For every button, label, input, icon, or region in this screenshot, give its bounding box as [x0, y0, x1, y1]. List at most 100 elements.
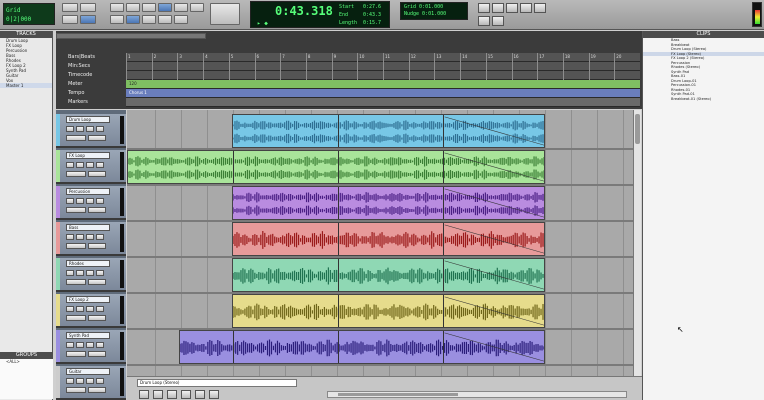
- nudge-right-button[interactable]: [181, 390, 191, 399]
- clips-list-item[interactable]: Breakbeat-01 (Stereo): [643, 97, 764, 102]
- track-view-selector[interactable]: [66, 279, 86, 285]
- mute-button[interactable]: [96, 234, 104, 240]
- timebase-selector[interactable]: [88, 387, 106, 393]
- timebase-selector[interactable]: [88, 207, 106, 213]
- slip-mode-button[interactable]: [80, 3, 96, 12]
- track-view-selector[interactable]: [66, 387, 86, 393]
- solo-button[interactable]: [86, 198, 94, 204]
- timebase-selector[interactable]: [88, 351, 106, 357]
- record-enable-button[interactable]: [66, 270, 74, 276]
- selector-tool-button[interactable]: [142, 3, 156, 12]
- grabber-tool-button[interactable]: [158, 3, 172, 12]
- grid-nudge-display[interactable]: Grid 0:01.000 Nudge 0:01.000: [400, 2, 468, 20]
- track-view-selector[interactable]: [66, 315, 86, 321]
- track-view-selector[interactable]: [66, 207, 86, 213]
- scrubber-tool-button[interactable]: [174, 3, 188, 12]
- zoom-out-button[interactable]: [209, 390, 219, 399]
- insertion-follows-button[interactable]: [174, 15, 188, 24]
- mute-button[interactable]: [96, 378, 104, 384]
- zoom-tool-button[interactable]: [110, 3, 124, 12]
- link-track-button[interactable]: [158, 15, 172, 24]
- meter-ruler[interactable]: 120: [126, 80, 640, 89]
- tempo-ruler[interactable]: Chorus 1: [126, 89, 640, 98]
- solo-button[interactable]: [86, 126, 94, 132]
- input-monitor-button[interactable]: [76, 198, 84, 204]
- record-enable-button[interactable]: [66, 126, 74, 132]
- timebase-selector[interactable]: [88, 243, 106, 249]
- loop-button[interactable]: [534, 3, 546, 13]
- vertical-scroll-thumb[interactable]: [635, 114, 640, 144]
- input-monitor-button[interactable]: [76, 270, 84, 276]
- input-monitor-button[interactable]: [76, 378, 84, 384]
- mute-button[interactable]: [96, 342, 104, 348]
- audio-clip[interactable]: [232, 294, 545, 328]
- main-counter[interactable]: 0:43.318 Start End Length 0:27.6 0:43.3 …: [250, 1, 390, 28]
- online-button[interactable]: [478, 16, 490, 26]
- stop-button[interactable]: [492, 3, 504, 13]
- input-monitor-button[interactable]: [76, 234, 84, 240]
- audio-clip[interactable]: [179, 330, 545, 364]
- track-header[interactable]: Guitar: [56, 366, 126, 400]
- track-name-field[interactable]: Percussion: [66, 188, 110, 195]
- input-monitor-button[interactable]: [76, 306, 84, 312]
- timecode-ruler[interactable]: [126, 71, 640, 80]
- track-header[interactable]: FX Loop 2: [56, 294, 126, 328]
- input-monitor-button[interactable]: [76, 126, 84, 132]
- timebase-selector[interactable]: [88, 135, 106, 141]
- tracks-list-item[interactable]: Master 1: [0, 83, 52, 88]
- pencil-tool-button[interactable]: [190, 3, 204, 12]
- track-name-field[interactable]: Bass: [66, 224, 110, 231]
- track-view-selector[interactable]: [66, 351, 86, 357]
- vertical-scrollbar[interactable]: [633, 110, 641, 376]
- mute-button[interactable]: [96, 198, 104, 204]
- audio-clip[interactable]: [232, 258, 545, 292]
- audio-clip[interactable]: [127, 150, 545, 184]
- track-up-button[interactable]: [139, 390, 149, 399]
- spot-mode-button[interactable]: [62, 15, 78, 24]
- record-enable-button[interactable]: [66, 198, 74, 204]
- audio-clip[interactable]: [232, 186, 545, 220]
- grid-lcd[interactable]: Grid 0|2|000: [3, 3, 55, 25]
- mute-button[interactable]: [96, 126, 104, 132]
- edit-window-canvas[interactable]: [127, 110, 633, 376]
- track-header[interactable]: Percussion: [56, 186, 126, 220]
- link-timeline-button[interactable]: [142, 15, 156, 24]
- input-monitor-button[interactable]: [76, 162, 84, 168]
- fast-forward-button[interactable]: [492, 16, 504, 26]
- record-enable-button[interactable]: [66, 342, 74, 348]
- solo-button[interactable]: [86, 306, 94, 312]
- track-name-field[interactable]: FX Loop: [66, 152, 110, 159]
- clip-name-field[interactable]: Drum Loop (Stereo): [137, 379, 297, 387]
- play-button[interactable]: [506, 3, 518, 13]
- shuffle-mode-button[interactable]: [62, 3, 78, 12]
- track-view-selector[interactable]: [66, 171, 86, 177]
- mute-button[interactable]: [96, 270, 104, 276]
- horizontal-scrollbar[interactable]: [327, 391, 627, 398]
- track-name-field[interactable]: Synth Pad: [66, 332, 110, 339]
- record-enable-button[interactable]: [66, 162, 74, 168]
- record-button[interactable]: [520, 3, 532, 13]
- track-header[interactable]: FX Loop: [56, 150, 126, 184]
- solo-button[interactable]: [86, 234, 94, 240]
- track-view-selector[interactable]: [66, 135, 86, 141]
- trim-tool-button[interactable]: [126, 3, 140, 12]
- smart-tool-button[interactable]: [110, 15, 124, 24]
- nudge-left-button[interactable]: [167, 390, 177, 399]
- track-down-button[interactable]: [153, 390, 163, 399]
- track-header[interactable]: Drum Loop: [56, 114, 126, 148]
- zoom-preset-buttons[interactable]: [210, 3, 240, 25]
- minsecs-ruler[interactable]: [126, 62, 640, 71]
- ruler-view-slider[interactable]: [56, 33, 206, 39]
- solo-button[interactable]: [86, 162, 94, 168]
- track-header[interactable]: Synth Pad: [56, 330, 126, 364]
- track-name-field[interactable]: FX Loop 2: [66, 296, 110, 303]
- grid-mode-button[interactable]: [80, 15, 96, 24]
- audio-clip[interactable]: [232, 222, 545, 256]
- horizontal-scroll-thumb[interactable]: [338, 393, 458, 396]
- bars-ruler[interactable]: 1 2 3 4 5 6 7 8 9 10 11 12 13 14 15 16 17 18 19 20: [126, 53, 640, 62]
- markers-ruler[interactable]: [126, 98, 640, 107]
- timebase-selector[interactable]: [88, 279, 106, 285]
- solo-button[interactable]: [86, 378, 94, 384]
- zoom-in-button[interactable]: [195, 390, 205, 399]
- rewind-button[interactable]: [478, 3, 490, 13]
